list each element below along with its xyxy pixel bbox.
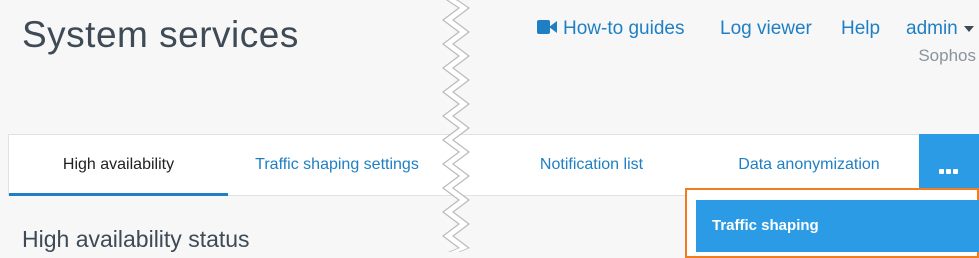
org-label: Sophos (918, 46, 976, 65)
more-dots-icon (939, 161, 960, 179)
video-camera-icon (537, 19, 557, 34)
section-heading: High availability status (22, 226, 250, 252)
more-tabs-button[interactable] (919, 134, 979, 196)
how-to-guides-label: How-to guides (563, 18, 685, 39)
how-to-guides-link[interactable]: How-to guides (537, 18, 684, 40)
top-nav: How-to guides Log viewer Help admin (537, 18, 979, 42)
admin-menu[interactable]: admin (906, 18, 974, 40)
menu-item-traffic-shaping[interactable]: Traffic shaping (696, 200, 979, 252)
torn-edge-separator (436, 0, 472, 252)
tab-notification-list[interactable]: Notification list (509, 135, 674, 196)
chevron-down-icon (963, 25, 974, 32)
tab-high-availability[interactable]: High availability (9, 135, 228, 196)
help-link[interactable]: Help (841, 18, 880, 40)
tab-traffic-shaping-settings[interactable]: Traffic shaping settings (228, 135, 446, 196)
admin-label: admin (906, 18, 958, 39)
tabs-bar: High availability Traffic shaping settin… (8, 134, 979, 196)
log-viewer-link[interactable]: Log viewer (720, 18, 812, 40)
tab-data-anonymization[interactable]: Data anonymization (709, 135, 909, 196)
page-title: System services (22, 14, 299, 55)
